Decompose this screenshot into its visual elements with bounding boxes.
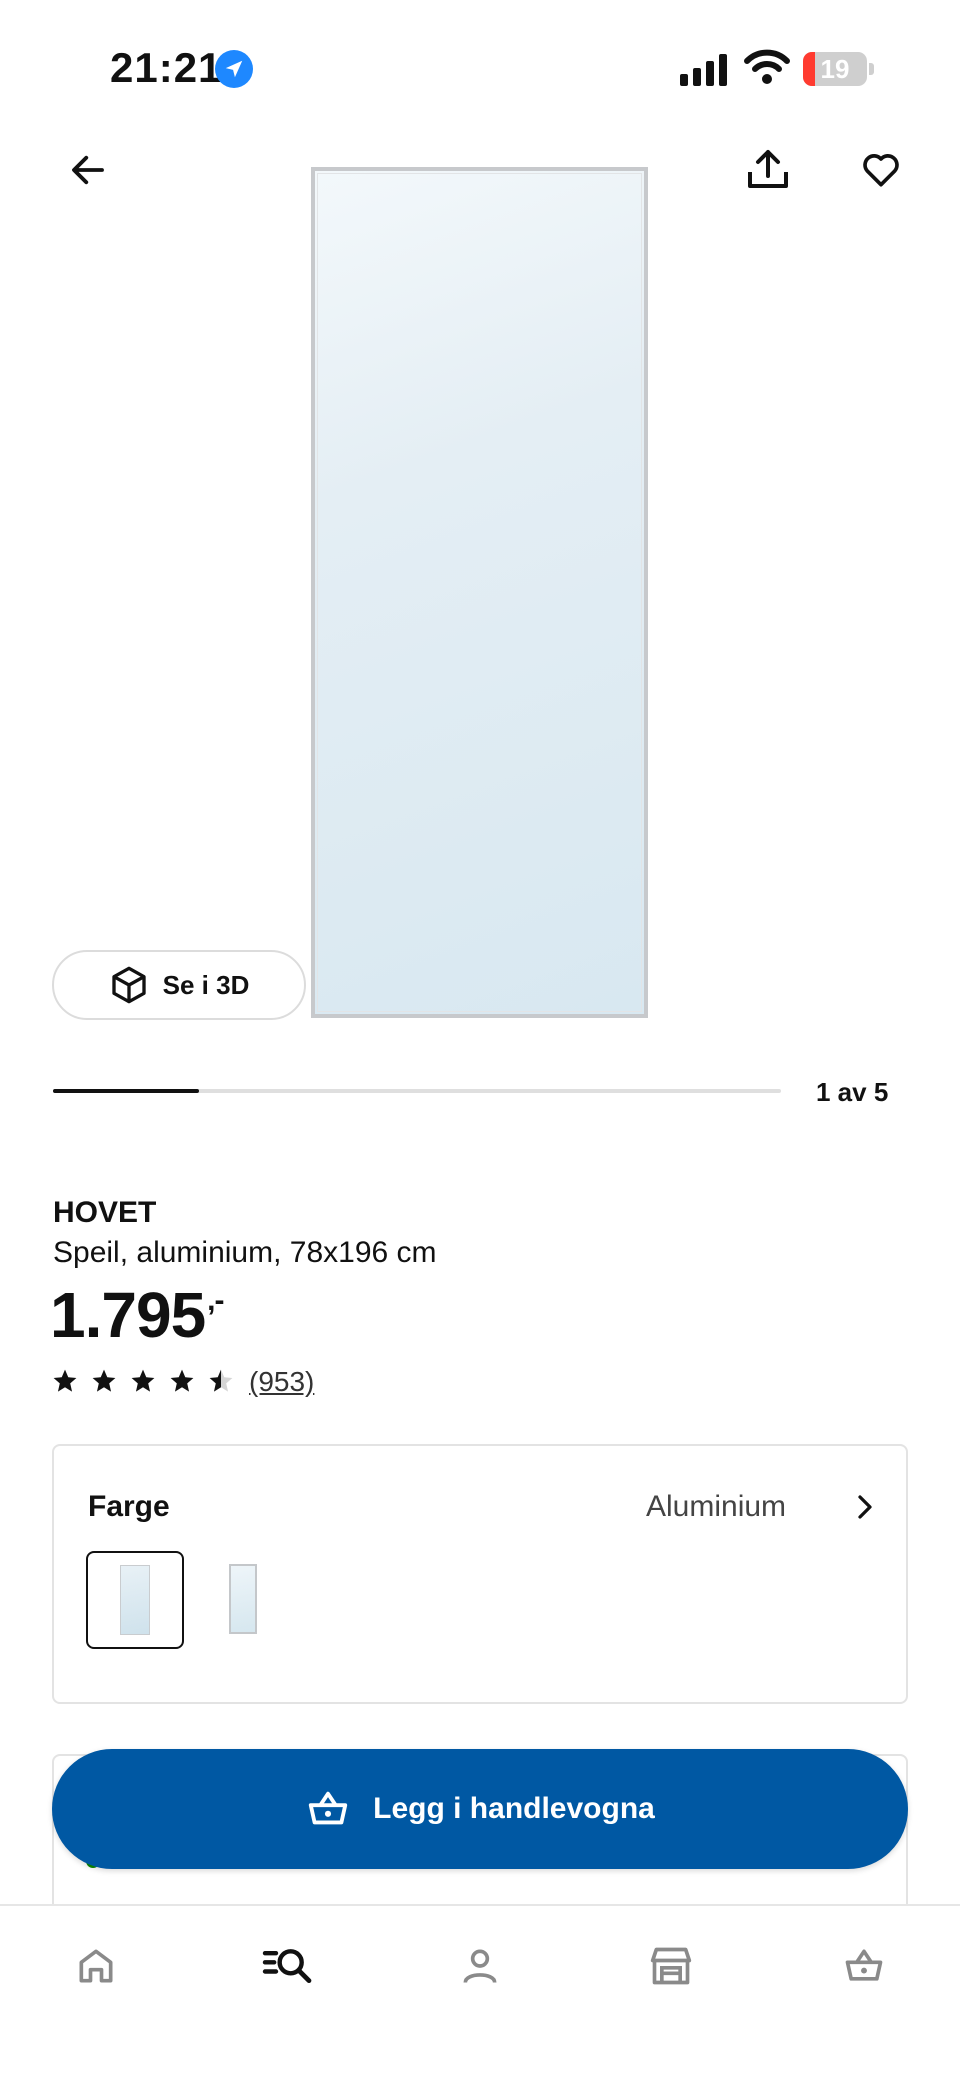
review-count-link[interactable]: (953) bbox=[249, 1366, 314, 1398]
basket-icon bbox=[845, 1949, 883, 1981]
product-image[interactable] bbox=[311, 167, 648, 1018]
gallery-progress bbox=[53, 1089, 781, 1093]
view-3d-button[interactable]: Se i 3D bbox=[52, 950, 306, 1020]
shopping-basket-icon bbox=[308, 1791, 348, 1825]
heart-icon bbox=[863, 154, 899, 187]
color-selected-value: Aluminium bbox=[646, 1490, 787, 1523]
chevron-right-icon[interactable] bbox=[848, 1490, 882, 1524]
star-icon bbox=[209, 1369, 233, 1392]
status-time: 21:21 bbox=[110, 44, 223, 91]
share-icon bbox=[748, 150, 788, 188]
color-swatch-aluminium[interactable] bbox=[86, 1551, 184, 1649]
nav-search[interactable] bbox=[247, 1926, 327, 2006]
star-icon bbox=[131, 1369, 155, 1392]
battery-tip bbox=[869, 63, 874, 75]
arrow-left-icon bbox=[72, 155, 104, 185]
search-icon bbox=[262, 1949, 312, 1984]
battery-indicator: 19 bbox=[803, 52, 867, 86]
gallery-progress-fill bbox=[53, 1089, 199, 1093]
favorite-button[interactable] bbox=[853, 142, 909, 198]
star-icon bbox=[53, 1369, 77, 1392]
price-suffix: ,- bbox=[207, 1284, 224, 1317]
product-name: HOVET bbox=[53, 1196, 157, 1229]
nav-basket[interactable] bbox=[824, 1926, 904, 2006]
star-icon bbox=[92, 1369, 116, 1392]
price-value: 1.795 bbox=[50, 1279, 206, 1351]
cellular-signal-icon bbox=[680, 52, 727, 86]
nav-profile[interactable] bbox=[440, 1926, 520, 2006]
swatch-thumbnail bbox=[120, 1565, 150, 1635]
cube-icon bbox=[111, 966, 146, 1004]
back-button[interactable] bbox=[60, 142, 116, 198]
share-button[interactable] bbox=[740, 142, 796, 198]
view-3d-label: Se i 3D bbox=[162, 969, 250, 1000]
color-swatch-alternative[interactable] bbox=[229, 1564, 257, 1634]
image-counter: 1 av 5 bbox=[816, 1077, 889, 1107]
store-icon bbox=[650, 1947, 692, 1985]
profile-icon bbox=[463, 1949, 497, 1984]
product-price: 1.795 ,- bbox=[50, 1278, 225, 1352]
product-description: Speil, aluminium, 78x196 cm bbox=[53, 1236, 437, 1269]
nav-home[interactable] bbox=[56, 1926, 136, 2006]
add-to-cart-label: Legg i handlevogna bbox=[373, 1792, 655, 1825]
battery-percent: 19 bbox=[820, 53, 850, 84]
wifi-icon bbox=[744, 48, 790, 91]
color-label: Farge bbox=[88, 1490, 170, 1523]
rating-stars[interactable] bbox=[52, 1368, 234, 1394]
location-arrow-icon bbox=[215, 50, 253, 88]
home-icon bbox=[79, 1949, 113, 1983]
add-to-cart-button[interactable]: Legg i handlevogna bbox=[52, 1749, 908, 1869]
nav-store[interactable] bbox=[631, 1926, 711, 2006]
star-icon bbox=[170, 1369, 194, 1392]
